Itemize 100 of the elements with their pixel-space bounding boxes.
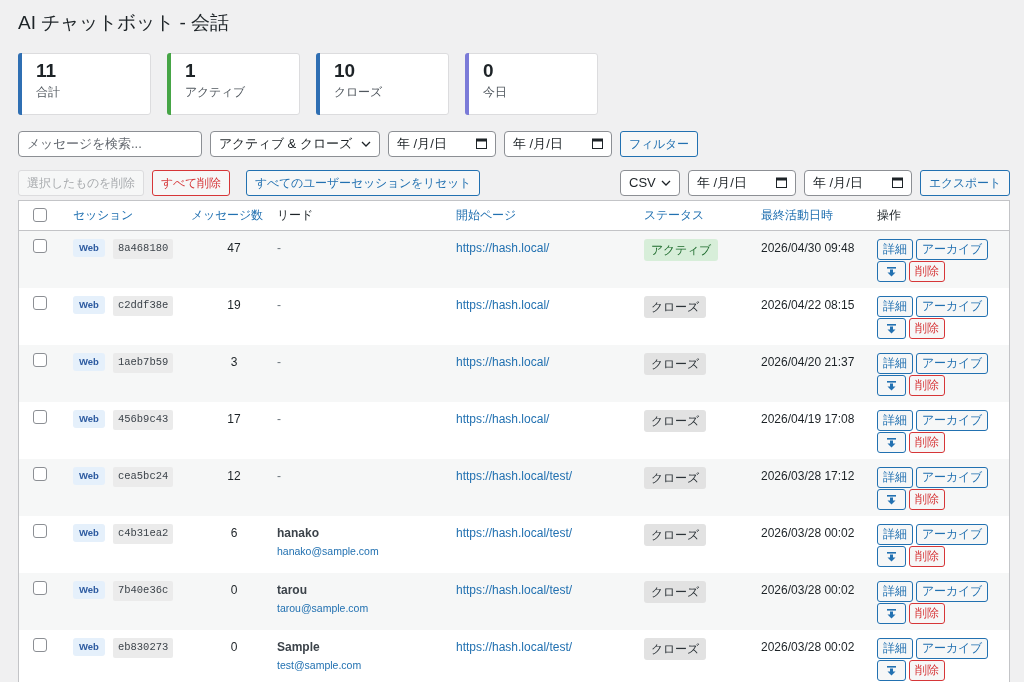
start-page-link[interactable]: https://hash.local/ [456,354,550,369]
archive-button[interactable]: アーカイブ [916,523,988,545]
checkbox[interactable] [33,637,47,652]
column-header[interactable]: 最終活動日時 [761,206,877,225]
channel-tag: Web [73,352,105,372]
lead-empty: - [277,353,282,371]
details-button[interactable]: 詳細 [877,352,913,374]
checkbox[interactable] [33,409,47,424]
details-button[interactable]: 詳細 [877,238,913,260]
download-button[interactable] [877,317,906,339]
start-page-link[interactable]: https://hash.local/ [456,297,550,312]
message-count: 3 [230,354,238,369]
lead-empty: - [277,467,282,485]
channel-tag: Web [73,295,105,315]
start-page-link[interactable]: https://hash.local/test/ [456,582,573,597]
page-title: AI チャットボット - 会話 [18,12,231,35]
email-link[interactable]: test@sample.com [277,657,456,674]
download-button[interactable] [877,260,906,282]
stat-value: 11 [36,59,58,83]
date-field[interactable]: 年 /月/日 [804,169,912,196]
delete-button[interactable]: 削除 [909,488,945,510]
details-button[interactable]: 詳細 [877,409,913,431]
select-dropdown[interactable]: CSV [620,169,680,196]
archive-button[interactable]: アーカイブ [916,637,988,659]
chevron-down-icon [661,179,671,186]
archive-button[interactable]: アーカイブ [916,238,988,260]
channel-tag: Web [73,466,105,486]
search-field[interactable]: メッセージを検索... [18,130,202,157]
message-count: 0 [230,582,238,597]
download-icon [887,437,896,448]
column-header[interactable]: ステータス [644,206,761,225]
column-header[interactable]: メッセージ数 [191,206,277,225]
select-dropdown[interactable]: アクティブ & クローズ [210,130,380,157]
delete-button[interactable]: 削除 [909,260,945,282]
start-page-link[interactable]: https://hash.local/test/ [456,468,573,483]
last-activity: 2026/04/30 09:48 [761,240,855,255]
email-link[interactable]: tarou@sample.com [277,600,456,617]
checkbox[interactable] [33,238,47,253]
details-button[interactable]: 詳細 [877,466,913,488]
checkbox[interactable] [33,352,47,367]
date-field[interactable]: 年 /月/日 [388,130,496,157]
start-page-link[interactable]: https://hash.local/ [456,411,550,426]
start-page-link[interactable]: https://hash.local/test/ [456,639,573,654]
archive-button[interactable]: アーカイブ [916,295,988,317]
column-header[interactable]: セッション [73,206,191,225]
last-activity: 2026/04/20 21:37 [761,354,855,369]
export-button[interactable]: エクスポート [920,169,1010,196]
download-button[interactable] [877,602,906,624]
status-badge: アクティブ [644,238,718,261]
date-field[interactable]: 年 /月/日 [504,130,612,157]
delete-button[interactable]: 削除 [909,602,945,624]
status-badge: クローズ [644,352,706,375]
download-button[interactable] [877,431,906,453]
delete-button[interactable]: 削除 [909,317,945,339]
archive-button[interactable]: アーカイブ [916,352,988,374]
download-icon [887,266,896,277]
start-page-link[interactable]: https://hash.local/ [456,240,550,255]
download-button[interactable] [877,374,906,396]
session-id: c2ddf38e [112,295,174,316]
column-header[interactable]: 開始ページ [456,206,644,225]
start-page-link[interactable]: https://hash.local/test/ [456,525,573,540]
channel-tag: Web [73,409,105,429]
stat-label: 合計 [36,83,61,101]
download-button[interactable] [877,659,906,681]
delete-button[interactable]: 削除 [909,431,945,453]
checkbox[interactable] [33,580,47,595]
details-button[interactable]: 詳細 [877,580,913,602]
delete-button[interactable]: 削除 [909,374,945,396]
reset-sessions-button[interactable]: すべてのユーザーセッションをリセット [246,169,480,196]
details-button[interactable]: 詳細 [877,295,913,317]
archive-button[interactable]: アーカイブ [916,466,988,488]
filter-button[interactable]: フィルター [620,130,698,157]
archive-button[interactable]: アーカイブ [916,409,988,431]
channel-tag: Web [73,580,105,600]
column-header: リード [277,207,314,225]
delete-button[interactable]: 削除 [909,659,945,681]
archive-button[interactable]: アーカイブ [916,580,988,602]
last-activity: 2026/03/28 00:02 [761,525,855,540]
lead-name: tarou [277,581,308,599]
download-button[interactable] [877,545,906,567]
date-field[interactable]: 年 /月/日 [688,169,796,196]
download-button[interactable] [877,488,906,510]
download-icon [887,551,896,562]
checkbox[interactable] [33,523,47,538]
message-count: 19 [227,297,241,312]
status-badge: クローズ [644,637,706,660]
checkbox[interactable] [33,466,47,481]
session-id: 1aeb7b59 [112,352,174,373]
delete-button[interactable]: 削除 [909,545,945,567]
checkbox[interactable] [33,208,47,223]
checkbox[interactable] [33,295,47,310]
email-link[interactable]: hanako@sample.com [277,543,456,560]
download-icon [887,608,896,619]
stat-value: 1 [185,59,197,83]
details-button[interactable]: 詳細 [877,523,913,545]
channel-tag: Web [73,523,105,543]
details-button[interactable]: 詳細 [877,637,913,659]
delete-all-button[interactable]: すべて削除 [152,169,230,196]
lead-name: Sample [277,638,321,656]
last-activity: 2026/03/28 17:12 [761,468,855,483]
